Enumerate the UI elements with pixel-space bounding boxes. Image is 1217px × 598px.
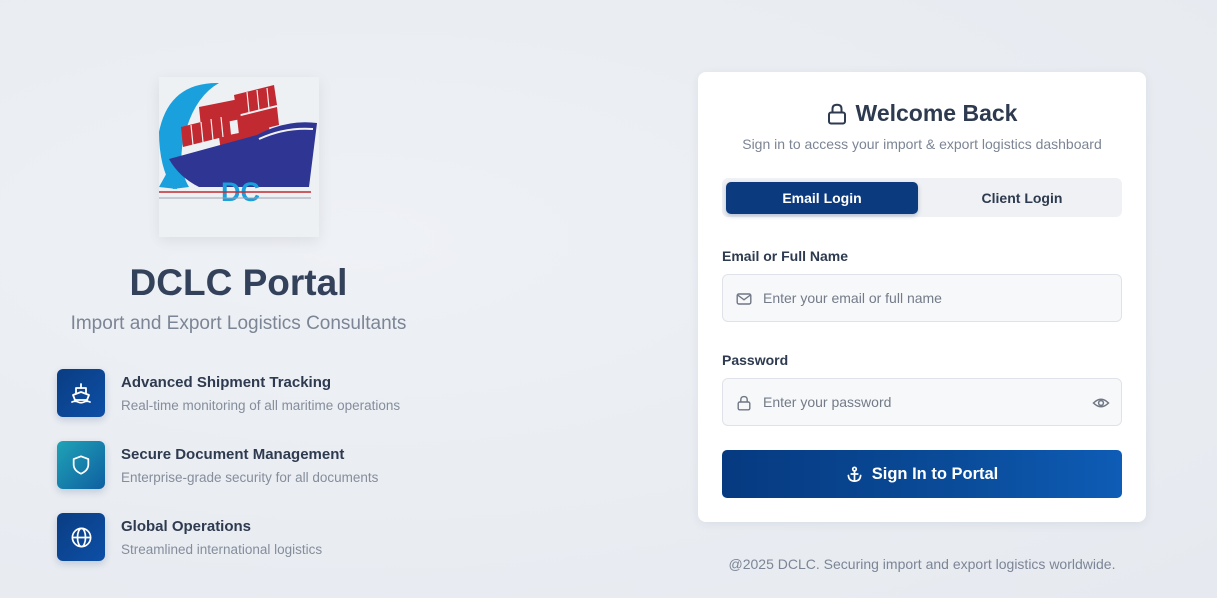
tab-client-login[interactable]: Client Login: [926, 182, 1118, 214]
tab-email-login[interactable]: Email Login: [726, 182, 918, 214]
brand-subtitle: Import and Export Logistics Consultants: [70, 313, 407, 334]
email-label: Email or Full Name: [722, 248, 849, 264]
feature-document-management: Secure Document Management Enterprise-gr…: [57, 441, 477, 489]
feature-description: Streamlined international logistics: [121, 542, 323, 557]
feature-title: Secure Document Management: [121, 446, 345, 463]
sign-in-button[interactable]: Sign In to Portal: [722, 450, 1122, 498]
footer-text: @2025 DCLC. Securing import and export l…: [728, 556, 1116, 572]
lock-icon: [827, 103, 847, 125]
feature-description: Enterprise-grade security for all docume…: [121, 470, 379, 485]
feature-title: Advanced Shipment Tracking: [121, 374, 332, 391]
globe-icon: [57, 513, 105, 561]
password-input[interactable]: [763, 379, 1083, 425]
ship-icon: [57, 369, 105, 417]
show-password-eye-icon[interactable]: [1092, 394, 1110, 412]
password-label: Password: [722, 352, 789, 368]
feature-global-operations: Global Operations Streamlined internatio…: [57, 513, 477, 561]
brand-title: DCLC Portal: [129, 262, 348, 303]
password-field-wrapper: [722, 378, 1122, 426]
shield-icon: [57, 441, 105, 489]
branding-panel: DC DCLC Portal Import and Export Logisti…: [0, 0, 477, 598]
login-tabs: Email Login Client Login: [722, 178, 1122, 217]
feature-shipment-tracking: Advanced Shipment Tracking Real-time mon…: [57, 369, 477, 417]
anchor-icon: [846, 465, 863, 483]
login-title-text: Welcome Back: [855, 100, 1018, 126]
email-input[interactable]: [763, 275, 1083, 321]
login-subtitle: Sign in to access your import & export l…: [742, 136, 1102, 152]
login-card: Welcome Back Sign in to access your impo…: [698, 72, 1146, 522]
mail-icon: [736, 291, 752, 307]
ship-logo-graphic: DC: [159, 77, 319, 237]
login-title: Welcome Back: [698, 100, 1146, 127]
sign-in-label: Sign In to Portal: [871, 464, 999, 483]
feature-description: Real-time monitoring of all maritime ope…: [121, 398, 401, 413]
company-logo: DC: [159, 77, 319, 237]
email-field-wrapper: [722, 274, 1122, 322]
feature-title: Global Operations: [121, 518, 252, 535]
lock-icon: [736, 395, 752, 411]
